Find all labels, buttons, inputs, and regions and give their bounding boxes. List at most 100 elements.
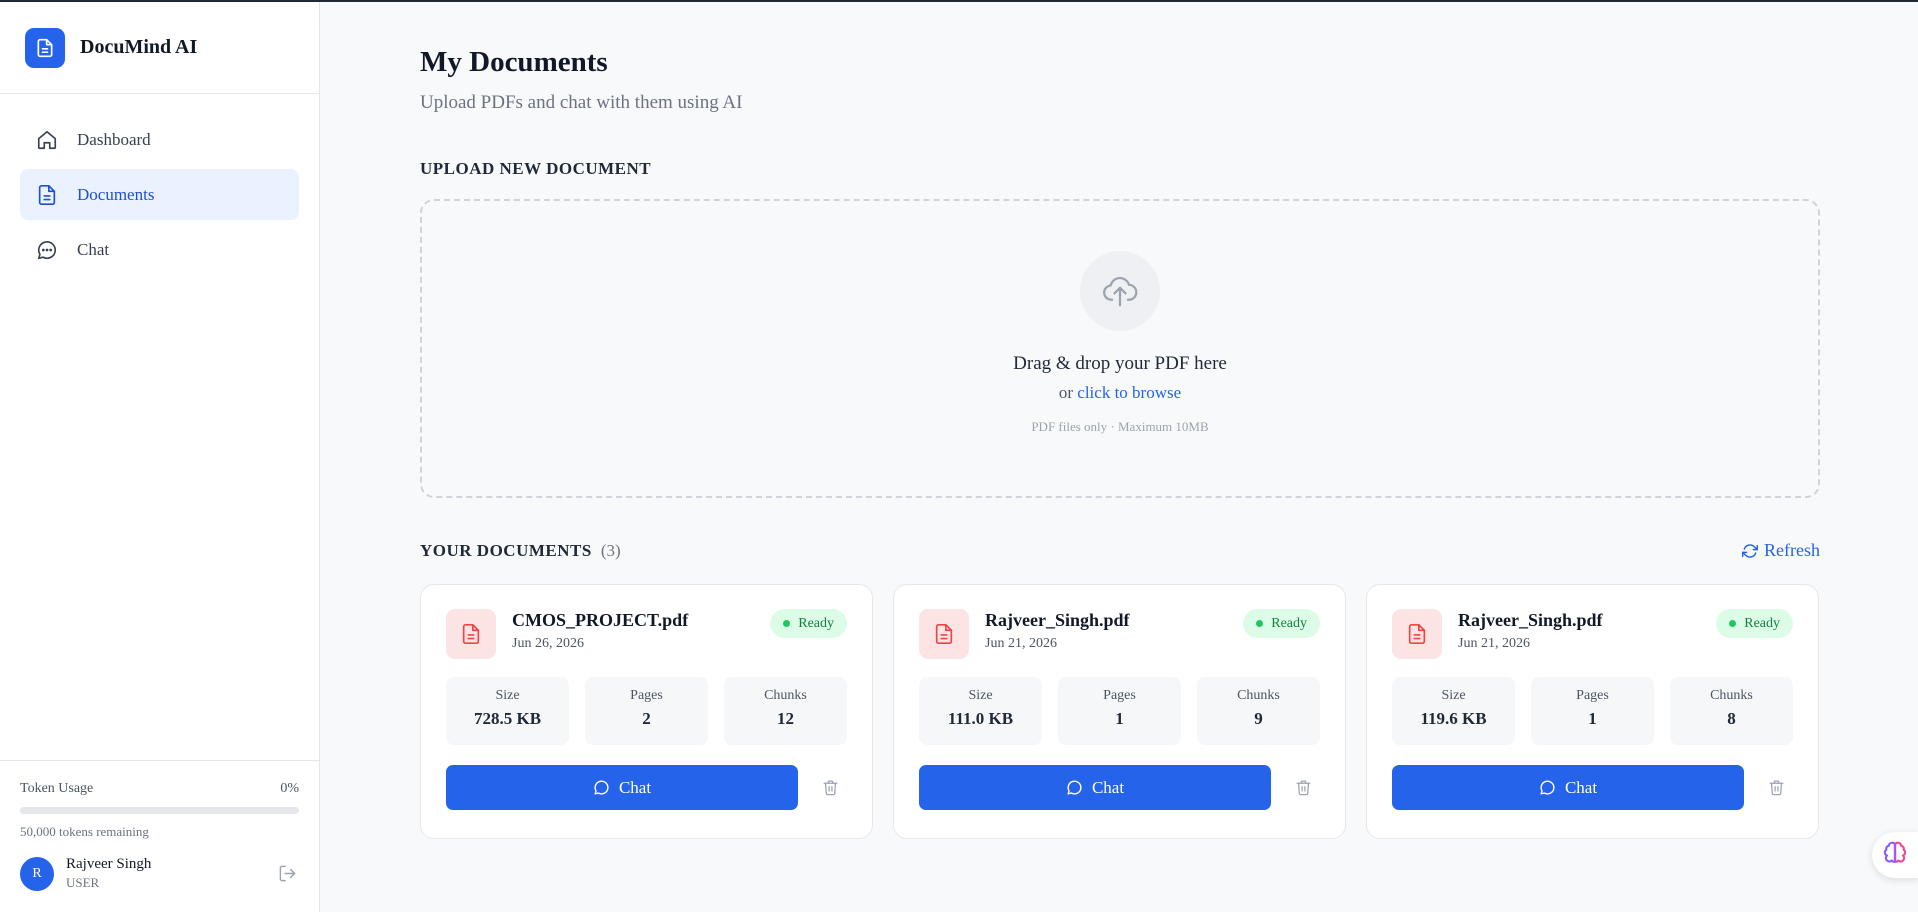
dropzone-or-text: or	[1058, 383, 1074, 402]
chat-bubble-icon	[1539, 779, 1556, 796]
refresh-label: Refresh	[1764, 540, 1820, 560]
home-icon	[35, 128, 59, 152]
chat-button[interactable]: Chat	[1392, 765, 1744, 810]
stat-label: Chunks	[1237, 688, 1280, 703]
status-label: Ready	[798, 615, 834, 631]
brand-name: DocuMind AI	[80, 36, 198, 58]
document-card: Rajveer_Singh.pdf Jun 21, 2026 Ready Siz…	[893, 584, 1346, 839]
chat-button[interactable]: Chat	[919, 765, 1271, 810]
refresh-icon	[1742, 543, 1759, 559]
document-name: Rajveer_Singh.pdf	[985, 610, 1130, 630]
refresh-button[interactable]: Refresh	[1742, 540, 1820, 561]
page-subtitle: Upload PDFs and chat with them using AI	[420, 92, 743, 113]
avatar[interactable]: R	[20, 856, 54, 891]
stat-value: 8	[1727, 709, 1736, 728]
dropzone-title: Drag & drop your PDF here	[1013, 353, 1227, 374]
document-name: Rajveer_Singh.pdf	[1458, 610, 1603, 630]
stat-value: 9	[1254, 709, 1263, 728]
stat-size: Size 728.5 KB	[446, 677, 569, 745]
stat-value: 1	[1115, 709, 1124, 728]
logout-icon[interactable]	[275, 862, 299, 886]
stat-value: 111.0 KB	[947, 709, 1014, 728]
dropzone-or-line: or click to browse	[422, 383, 1818, 403]
chat-bubble-icon	[593, 779, 610, 796]
brand[interactable]: DocuMind AI	[0, 2, 319, 94]
chat-button-label: Chat	[1564, 777, 1598, 797]
sidebar-item-label: Documents	[77, 184, 155, 204]
status-label: Ready	[1744, 615, 1780, 631]
brand-logo-icon	[25, 27, 65, 68]
stat-chunks: Chunks 8	[1670, 677, 1793, 745]
user-name: Rajveer Singh	[66, 856, 152, 872]
token-usage-label: Token Usage	[20, 781, 94, 796]
user-role: USER	[66, 875, 100, 890]
status-badge: Ready	[1716, 609, 1793, 638]
delete-trash-icon[interactable]	[1292, 777, 1314, 799]
stat-label: Pages	[1576, 688, 1609, 703]
stat-label: Chunks	[1710, 688, 1753, 703]
document-card: CMOS_PROJECT.pdf Jun 26, 2026 Ready Size…	[420, 584, 873, 839]
documents-heading: YOUR DOCUMENTS	[420, 540, 592, 560]
pdf-file-icon	[1392, 609, 1442, 659]
brain-icon	[1882, 840, 1908, 871]
chat-button[interactable]: Chat	[446, 765, 798, 810]
sidebar-item-chat[interactable]: Chat	[20, 224, 299, 275]
stat-value: 119.6 KB	[1420, 709, 1487, 728]
pdf-file-icon	[446, 609, 496, 659]
token-usage-percent: 0%	[280, 781, 299, 796]
document-stats: Size 111.0 KB Pages 1 Chunks 9	[919, 677, 1320, 745]
document-icon	[35, 183, 59, 207]
upload-dropzone[interactable]: Drag & drop your PDF here or click to br…	[420, 199, 1820, 498]
pdf-file-icon	[919, 609, 969, 659]
stat-label: Size	[495, 688, 520, 703]
stat-value: 12	[777, 709, 794, 728]
document-name: CMOS_PROJECT.pdf	[512, 610, 689, 630]
delete-trash-icon[interactable]	[819, 777, 841, 799]
status-dot-icon	[783, 620, 791, 627]
documents-count: (3)	[600, 540, 621, 560]
sidebar-item-label: Dashboard	[77, 129, 151, 149]
stat-pages: Pages 2	[585, 677, 708, 745]
delete-trash-icon[interactable]	[1765, 777, 1787, 799]
document-date: Jun 21, 2026	[985, 636, 1057, 651]
stat-pages: Pages 1	[1058, 677, 1181, 745]
status-badge: Ready	[770, 609, 847, 638]
browse-link[interactable]: click to browse	[1077, 383, 1181, 402]
stat-value: 728.5 KB	[473, 709, 542, 728]
status-label: Ready	[1271, 615, 1307, 631]
tokens-remaining: 50,000 tokens remaining	[20, 824, 149, 839]
stat-chunks: Chunks 12	[724, 677, 847, 745]
sidebar-item-label: Chat	[77, 239, 110, 259]
stat-label: Size	[968, 688, 993, 703]
status-dot-icon	[1256, 620, 1264, 627]
stat-label: Size	[1441, 688, 1466, 703]
document-date: Jun 26, 2026	[512, 636, 584, 651]
stat-label: Pages	[1103, 688, 1136, 703]
stat-value: 1	[1588, 709, 1597, 728]
stat-label: Pages	[630, 688, 663, 703]
chat-button-label: Chat	[1091, 777, 1125, 797]
chat-button-label: Chat	[618, 777, 652, 797]
sidebar-footer: Token Usage 0% 50,000 tokens remaining R…	[0, 760, 319, 912]
stat-size: Size 119.6 KB	[1392, 677, 1515, 745]
stat-pages: Pages 1	[1531, 677, 1654, 745]
document-date: Jun 21, 2026	[1458, 636, 1530, 651]
document-cards: CMOS_PROJECT.pdf Jun 26, 2026 Ready Size…	[420, 584, 1820, 839]
document-stats: Size 119.6 KB Pages 1 Chunks 8	[1392, 677, 1793, 745]
status-dot-icon	[1729, 620, 1737, 627]
status-badge: Ready	[1243, 609, 1320, 638]
sidebar-item-dashboard[interactable]: Dashboard	[20, 114, 299, 165]
cloud-upload-icon	[1080, 251, 1160, 331]
stat-size: Size 111.0 KB	[919, 677, 1042, 745]
floating-assistant-button[interactable]	[1872, 832, 1918, 878]
document-card: Rajveer_Singh.pdf Jun 21, 2026 Ready Siz…	[1366, 584, 1819, 839]
sidebar: DocuMind AI Dashboard Documents Chat Tok…	[0, 2, 320, 912]
stat-chunks: Chunks 9	[1197, 677, 1320, 745]
upload-heading: UPLOAD NEW DOCUMENT	[420, 159, 652, 178]
page-title: My Documents	[420, 46, 608, 78]
token-usage-row: Token Usage 0%	[20, 781, 299, 797]
stat-label: Chunks	[764, 688, 807, 703]
dropzone-hint: PDF files only · Maximum 10MB	[1031, 419, 1209, 434]
sidebar-item-documents[interactable]: Documents	[20, 169, 299, 220]
chat-bubble-icon	[35, 238, 59, 262]
